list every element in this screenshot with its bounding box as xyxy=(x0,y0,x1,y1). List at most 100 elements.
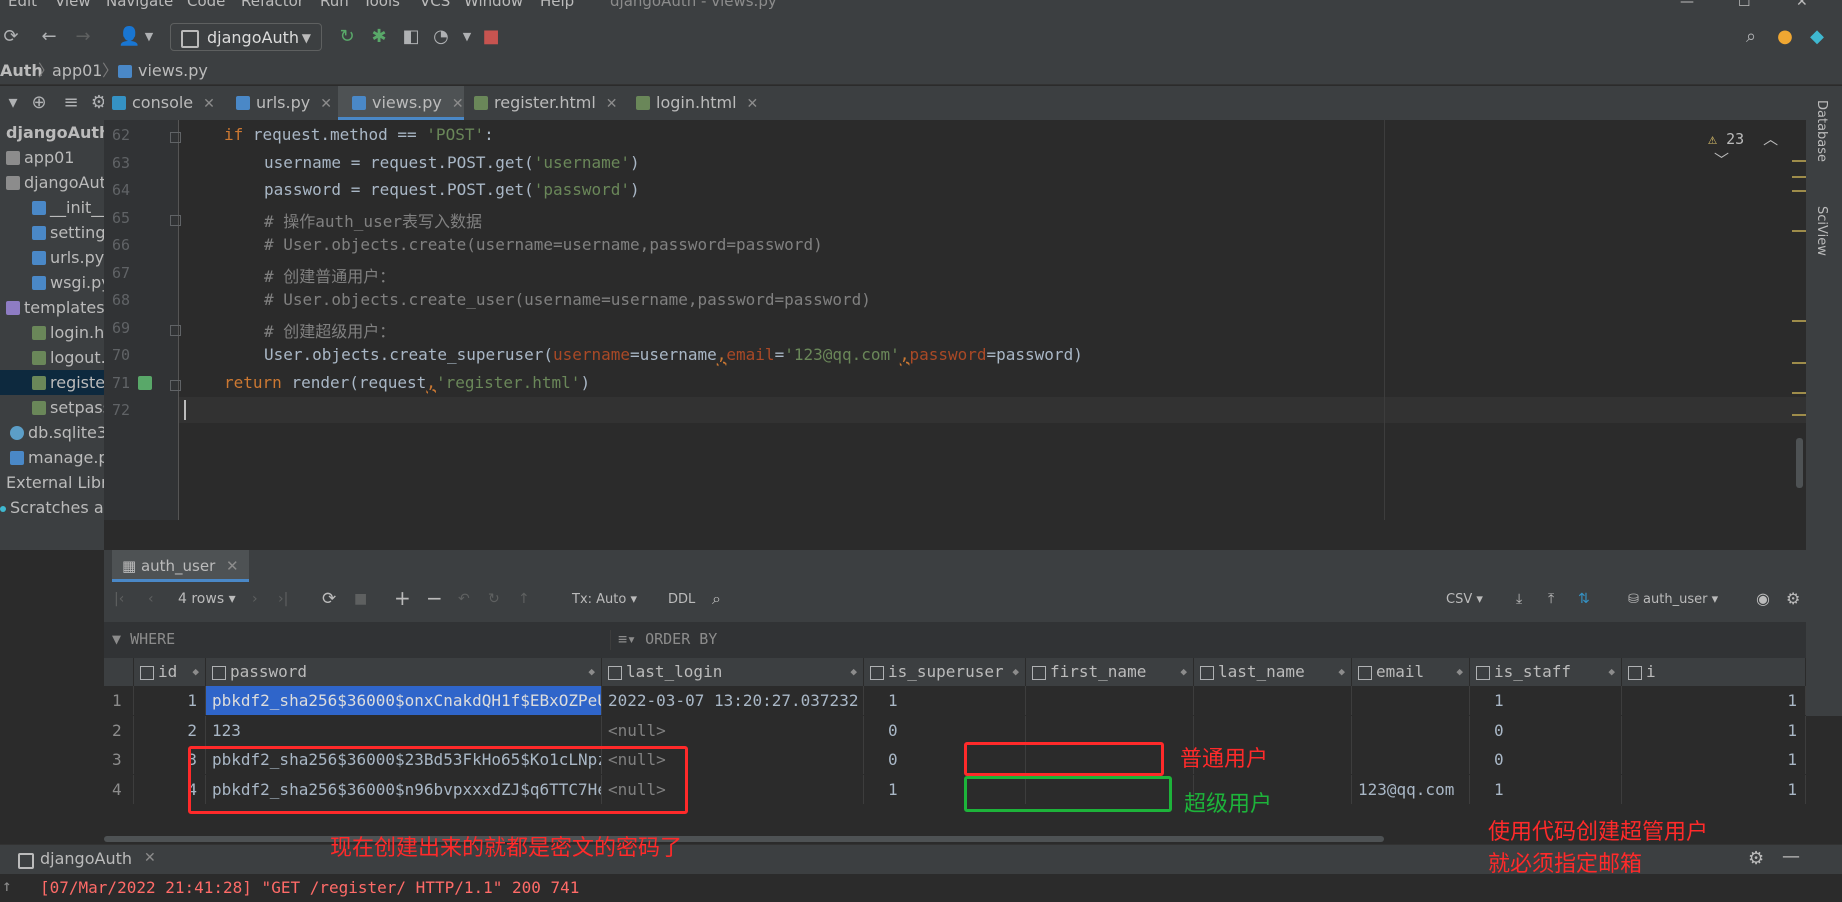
error-stripe-mark[interactable] xyxy=(1792,392,1806,394)
revert-icon[interactable]: ↶ xyxy=(458,591,470,607)
rerun-icon[interactable]: ↻ xyxy=(336,26,358,48)
profile-icon[interactable]: ◔ xyxy=(430,26,452,48)
coverage-icon[interactable]: ◧ xyxy=(400,26,422,48)
forward-arrow-icon[interactable]: → xyxy=(72,26,94,48)
menu-tools[interactable]: Tools xyxy=(363,0,400,10)
menu-code[interactable]: Code xyxy=(187,0,225,10)
close-icon[interactable]: ✕ xyxy=(747,96,759,112)
row-number[interactable]: 1 xyxy=(104,686,134,715)
fold-marker-icon[interactable] xyxy=(170,214,181,226)
sciview-tool-tab[interactable]: SciView xyxy=(1814,206,1829,256)
table-cell[interactable]: 1 xyxy=(1622,715,1806,745)
menu-refactor[interactable]: Refactor xyxy=(241,0,304,10)
run-config-select[interactable]: djangoAuth ▼ xyxy=(170,23,322,51)
stop-icon[interactable]: ■ xyxy=(354,591,367,607)
run-tab-label[interactable]: djangoAuth xyxy=(40,849,132,868)
error-stripe-mark[interactable] xyxy=(1792,190,1806,192)
code-editor[interactable]: 62 63 64 65 66 67 68 69 70 71 72 if request.method… xyxy=(104,120,1806,550)
stop-icon[interactable]: ■ xyxy=(480,26,502,48)
table-cell[interactable]: <null> xyxy=(602,715,864,745)
table-cell[interactable]: 1 xyxy=(1622,774,1806,804)
column-header-id[interactable]: id ◆ xyxy=(134,658,206,686)
search-icon[interactable]: ⌕ xyxy=(712,589,721,609)
upload-icon[interactable]: ↑ xyxy=(518,591,530,607)
table-cell[interactable]: 123@qq.com xyxy=(1352,774,1470,804)
table-cell[interactable]: 2 xyxy=(134,715,206,745)
tree-item-external-libraries[interactable]: External Libraries xyxy=(6,470,104,495)
close-icon[interactable]: ✕ xyxy=(320,96,332,112)
debug-bug-icon[interactable]: ✱ xyxy=(368,26,390,48)
column-header-is-active[interactable]: i xyxy=(1622,658,1806,686)
row-number[interactable]: 2 xyxy=(104,715,134,745)
gear-icon[interactable]: ⚙ xyxy=(1786,589,1800,608)
tree-item-app01[interactable]: app01 xyxy=(6,145,74,170)
refresh-icon[interactable]: ⟳ xyxy=(322,589,336,609)
warning-indicator[interactable]: ⚠ 23 ︿ ﹀ xyxy=(1708,128,1806,170)
menu-navigate[interactable]: Navigate xyxy=(106,0,173,10)
compare-icon[interactable]: ⇅ xyxy=(1578,591,1590,607)
column-header-is-staff[interactable]: is_staff ◆ xyxy=(1470,658,1622,686)
last-page-icon[interactable]: ›| xyxy=(278,591,288,607)
table-cell[interactable]: 1 xyxy=(1622,745,1806,774)
tree-item-settings[interactable]: settings.py xyxy=(32,220,104,245)
editor-scrollbar[interactable] xyxy=(1796,438,1803,488)
tree-item-init[interactable]: __init__.py xyxy=(32,195,104,220)
tree-item-scratches[interactable]: Scratches and Consoles xyxy=(0,495,104,520)
tx-mode-select[interactable]: Tx: Auto ▾ xyxy=(572,592,637,607)
chevron-down-icon[interactable]: ﹀ xyxy=(1714,151,1729,169)
next-page-icon[interactable]: › xyxy=(252,591,258,607)
order-by-input[interactable]: ≡▾ ORDER BY xyxy=(618,630,717,648)
search-icon[interactable]: ⌕ xyxy=(1740,26,1762,48)
locate-icon[interactable]: ⊕ xyxy=(28,92,50,114)
minimize-icon[interactable]: — xyxy=(1782,846,1800,867)
plugin-icon[interactable]: ◆ xyxy=(1806,26,1828,48)
chevron-up-icon[interactable]: ︿ xyxy=(1763,130,1778,148)
table-cell[interactable] xyxy=(1026,715,1194,745)
sort-icon[interactable]: ◆ xyxy=(588,658,595,686)
tree-item-login-html[interactable]: login.html xyxy=(32,320,104,345)
sort-icon[interactable]: ◆ xyxy=(850,658,857,686)
tab-login-html[interactable]: login.html ✕ xyxy=(636,86,766,120)
table-cell[interactable]: 123 xyxy=(206,715,602,745)
table-cell[interactable]: 1 xyxy=(864,686,1026,715)
rows-count-select[interactable]: 4 rows ▾ xyxy=(178,591,236,607)
menu-vcs[interactable]: VCS xyxy=(420,0,450,10)
table-cell[interactable] xyxy=(1352,745,1470,774)
chevron-down-icon[interactable]: ▼ xyxy=(138,26,160,48)
fold-marker-icon[interactable] xyxy=(170,379,181,391)
export-format-select[interactable]: CSV ▾ xyxy=(1446,592,1483,607)
tree-item-register-html[interactable]: register.html xyxy=(0,370,104,395)
ddl-button[interactable]: DDL xyxy=(668,592,695,607)
close-icon[interactable]: ✕ xyxy=(606,96,618,112)
menu-edit[interactable]: Edit xyxy=(8,0,37,10)
column-header-email[interactable]: email ◆ xyxy=(1352,658,1470,686)
run-console-output[interactable]: ↑ [07/Mar/2022 21:41:28] "GET /register/… xyxy=(0,874,1842,902)
chevron-down-icon[interactable]: ▼ xyxy=(456,26,478,48)
collapse-all-icon[interactable]: ≡ xyxy=(60,92,82,114)
tree-item-setpassword-html[interactable]: setpassword.html xyxy=(32,395,104,420)
table-select[interactable]: ⛁ auth_user ▾ xyxy=(1628,592,1718,607)
minimize-icon[interactable]: — xyxy=(1680,0,1694,10)
prev-page-icon[interactable]: ‹ xyxy=(148,591,154,607)
menu-run[interactable]: Run xyxy=(320,0,349,10)
sort-icon[interactable]: ◆ xyxy=(1456,658,1463,686)
arrow-up-icon[interactable]: ↑ xyxy=(2,876,12,895)
breadcrumb-project[interactable]: Auth xyxy=(0,58,43,84)
menu-view[interactable]: View xyxy=(55,0,91,10)
gear-icon[interactable]: ⚙ xyxy=(1748,848,1764,869)
tree-item-templates[interactable]: templates xyxy=(6,295,104,320)
table-cell[interactable]: 2022-03-07 13:20:27.037232 xyxy=(602,686,864,715)
breadcrumb-file[interactable]: views.py xyxy=(138,58,208,84)
table-cell[interactable]: 1 xyxy=(1622,686,1806,715)
column-header-last-login[interactable]: last_login ◆ xyxy=(602,658,864,686)
sort-icon[interactable]: ◆ xyxy=(1608,658,1615,686)
scrollbar-thumb[interactable] xyxy=(104,836,1384,842)
close-icon[interactable]: ✕ xyxy=(144,850,156,866)
project-view-icon[interactable]: ▾ xyxy=(2,92,24,114)
user-icon[interactable]: 👤 xyxy=(118,26,140,48)
table-cell[interactable]: pbkdf2_sha256$36000$onxCnakdQH1f$EBxOZPe… xyxy=(206,686,602,715)
sort-icon[interactable]: ◆ xyxy=(1338,658,1345,686)
error-stripe-mark[interactable] xyxy=(1792,160,1806,162)
sort-icon[interactable]: ◆ xyxy=(192,658,199,686)
tab-views-py[interactable]: views.py ✕ xyxy=(338,86,464,120)
